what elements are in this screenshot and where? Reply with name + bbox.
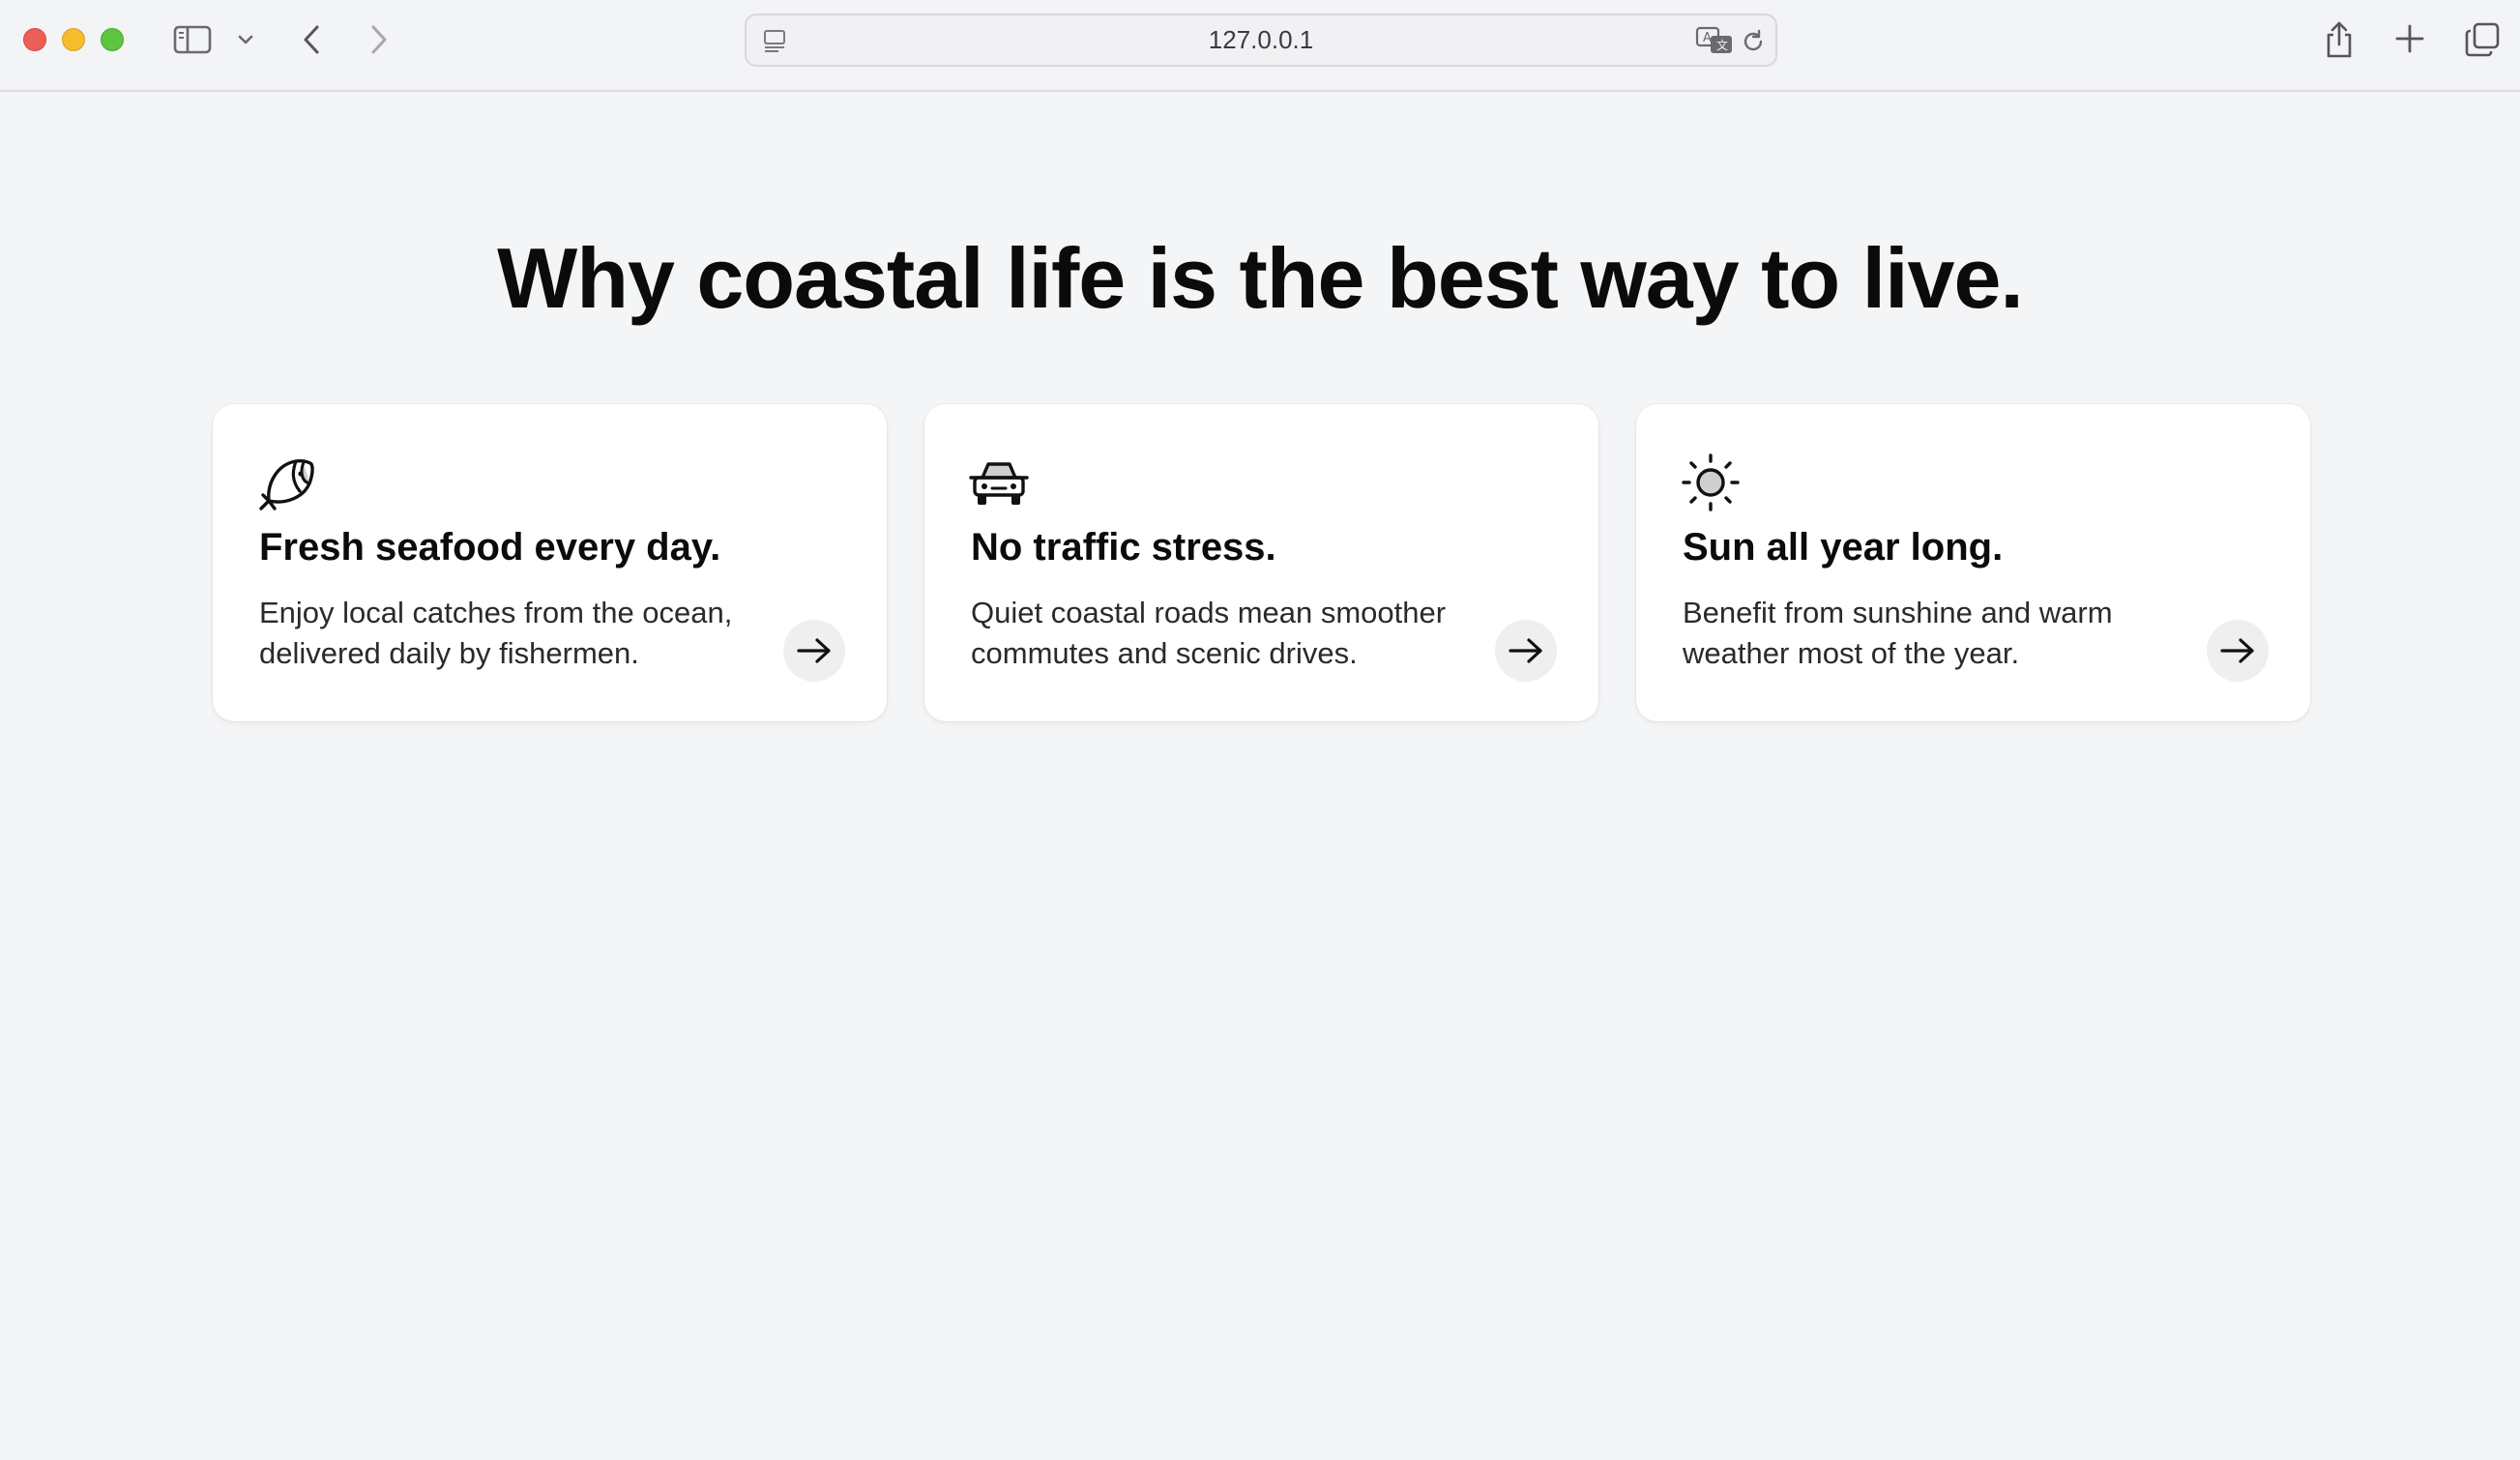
sidebar-icon[interactable] — [170, 21, 215, 58]
page-content: Why coastal life is the best way to live… — [0, 94, 2520, 1460]
plus-icon[interactable] — [2392, 21, 2427, 56]
translate-icon[interactable]: A文 — [1694, 25, 1735, 56]
card-arrow-button[interactable] — [2207, 620, 2269, 682]
feature-card-sun[interactable]: Sun all year long. Benefit from sunshine… — [1636, 404, 2310, 721]
zoom-window-button[interactable] — [101, 28, 124, 51]
svg-text:A: A — [1703, 31, 1712, 45]
tabs-overview-icon[interactable] — [2462, 19, 2503, 60]
close-window-button[interactable] — [23, 28, 46, 51]
card-description-line: Quiet coastal roads mean smoother — [971, 596, 1447, 629]
share-icon[interactable] — [2319, 17, 2359, 62]
chevron-down-icon[interactable] — [232, 27, 259, 52]
feature-card-seafood[interactable]: Fresh seafood every day. Enjoy local cat… — [213, 404, 887, 721]
card-arrow-button[interactable] — [1495, 620, 1557, 682]
card-title: No traffic stress. — [971, 526, 1276, 569]
feature-card-traffic[interactable]: No traffic stress. Quiet coastal roads m… — [924, 404, 1598, 721]
car-icon — [969, 453, 1029, 512]
back-icon[interactable] — [294, 19, 329, 60]
card-description-line: commutes and scenic drives. — [971, 635, 1358, 670]
fish-icon — [257, 453, 317, 512]
card-description-line: Benefit from sunshine and warm — [1683, 596, 2113, 629]
card-arrow-button[interactable] — [783, 620, 845, 682]
sun-icon — [1681, 453, 1741, 512]
page-headline: Why coastal life is the best way to live… — [497, 230, 2024, 326]
browser-toolbar: 127.0.0.1 A文 — [0, 0, 2520, 92]
forward-icon[interactable] — [362, 19, 396, 60]
arrow-right-icon — [1509, 638, 1542, 663]
minimize-window-button[interactable] — [62, 28, 85, 51]
address-bar[interactable]: 127.0.0.1 A文 — [745, 14, 1777, 67]
svg-text:文: 文 — [1716, 38, 1728, 52]
url-text: 127.0.0.1 — [1208, 25, 1314, 54]
card-description: Quiet coastal roads mean smoother commut… — [971, 593, 1474, 674]
reload-icon[interactable] — [1739, 27, 1768, 56]
card-description-line: weather most of the year. — [1683, 635, 2020, 670]
card-description: Benefit from sunshine and warm weather m… — [1683, 593, 2185, 674]
card-title: Fresh seafood every day. — [259, 526, 721, 569]
card-title: Sun all year long. — [1683, 526, 2004, 569]
card-description-line: delivered daily by fishermen. — [259, 635, 639, 670]
arrow-right-icon — [797, 638, 831, 663]
arrow-right-icon — [2220, 638, 2254, 663]
card-description-line: Enjoy local catches from the ocean, — [259, 596, 733, 629]
card-description: Enjoy local catches from the ocean, deli… — [259, 593, 762, 674]
